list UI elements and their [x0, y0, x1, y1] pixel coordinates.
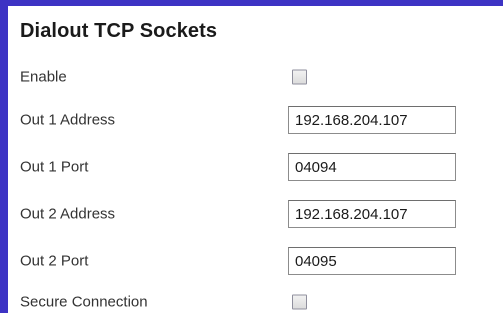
- out2-address-label: Out 2 Address: [20, 205, 116, 223]
- out2-address-input[interactable]: [288, 200, 456, 228]
- out2-port-row: Out 2 Port: [20, 246, 500, 276]
- secure-connection-label: Secure Connection: [20, 293, 148, 311]
- out1-port-label: Out 1 Port: [20, 158, 89, 176]
- out2-port-label: Out 2 Port: [20, 252, 89, 270]
- out1-port-input[interactable]: [288, 153, 456, 181]
- out2-port-input[interactable]: [288, 247, 456, 275]
- out1-port-row: Out 1 Port: [20, 152, 500, 182]
- dialout-tcp-sockets-panel: Dialout TCP Sockets Enable Out 1 Address…: [0, 0, 503, 313]
- out1-address-row: Out 1 Address: [20, 105, 500, 135]
- enable-label: Enable: [20, 68, 67, 86]
- secure-connection-checkbox[interactable]: [292, 294, 307, 310]
- enable-checkbox[interactable]: [292, 69, 307, 85]
- section-title: Dialout TCP Sockets: [20, 20, 218, 42]
- out1-address-label: Out 1 Address: [20, 111, 116, 129]
- enable-row: Enable: [20, 62, 500, 92]
- out2-address-row: Out 2 Address: [20, 199, 500, 229]
- out1-address-input[interactable]: [288, 106, 456, 134]
